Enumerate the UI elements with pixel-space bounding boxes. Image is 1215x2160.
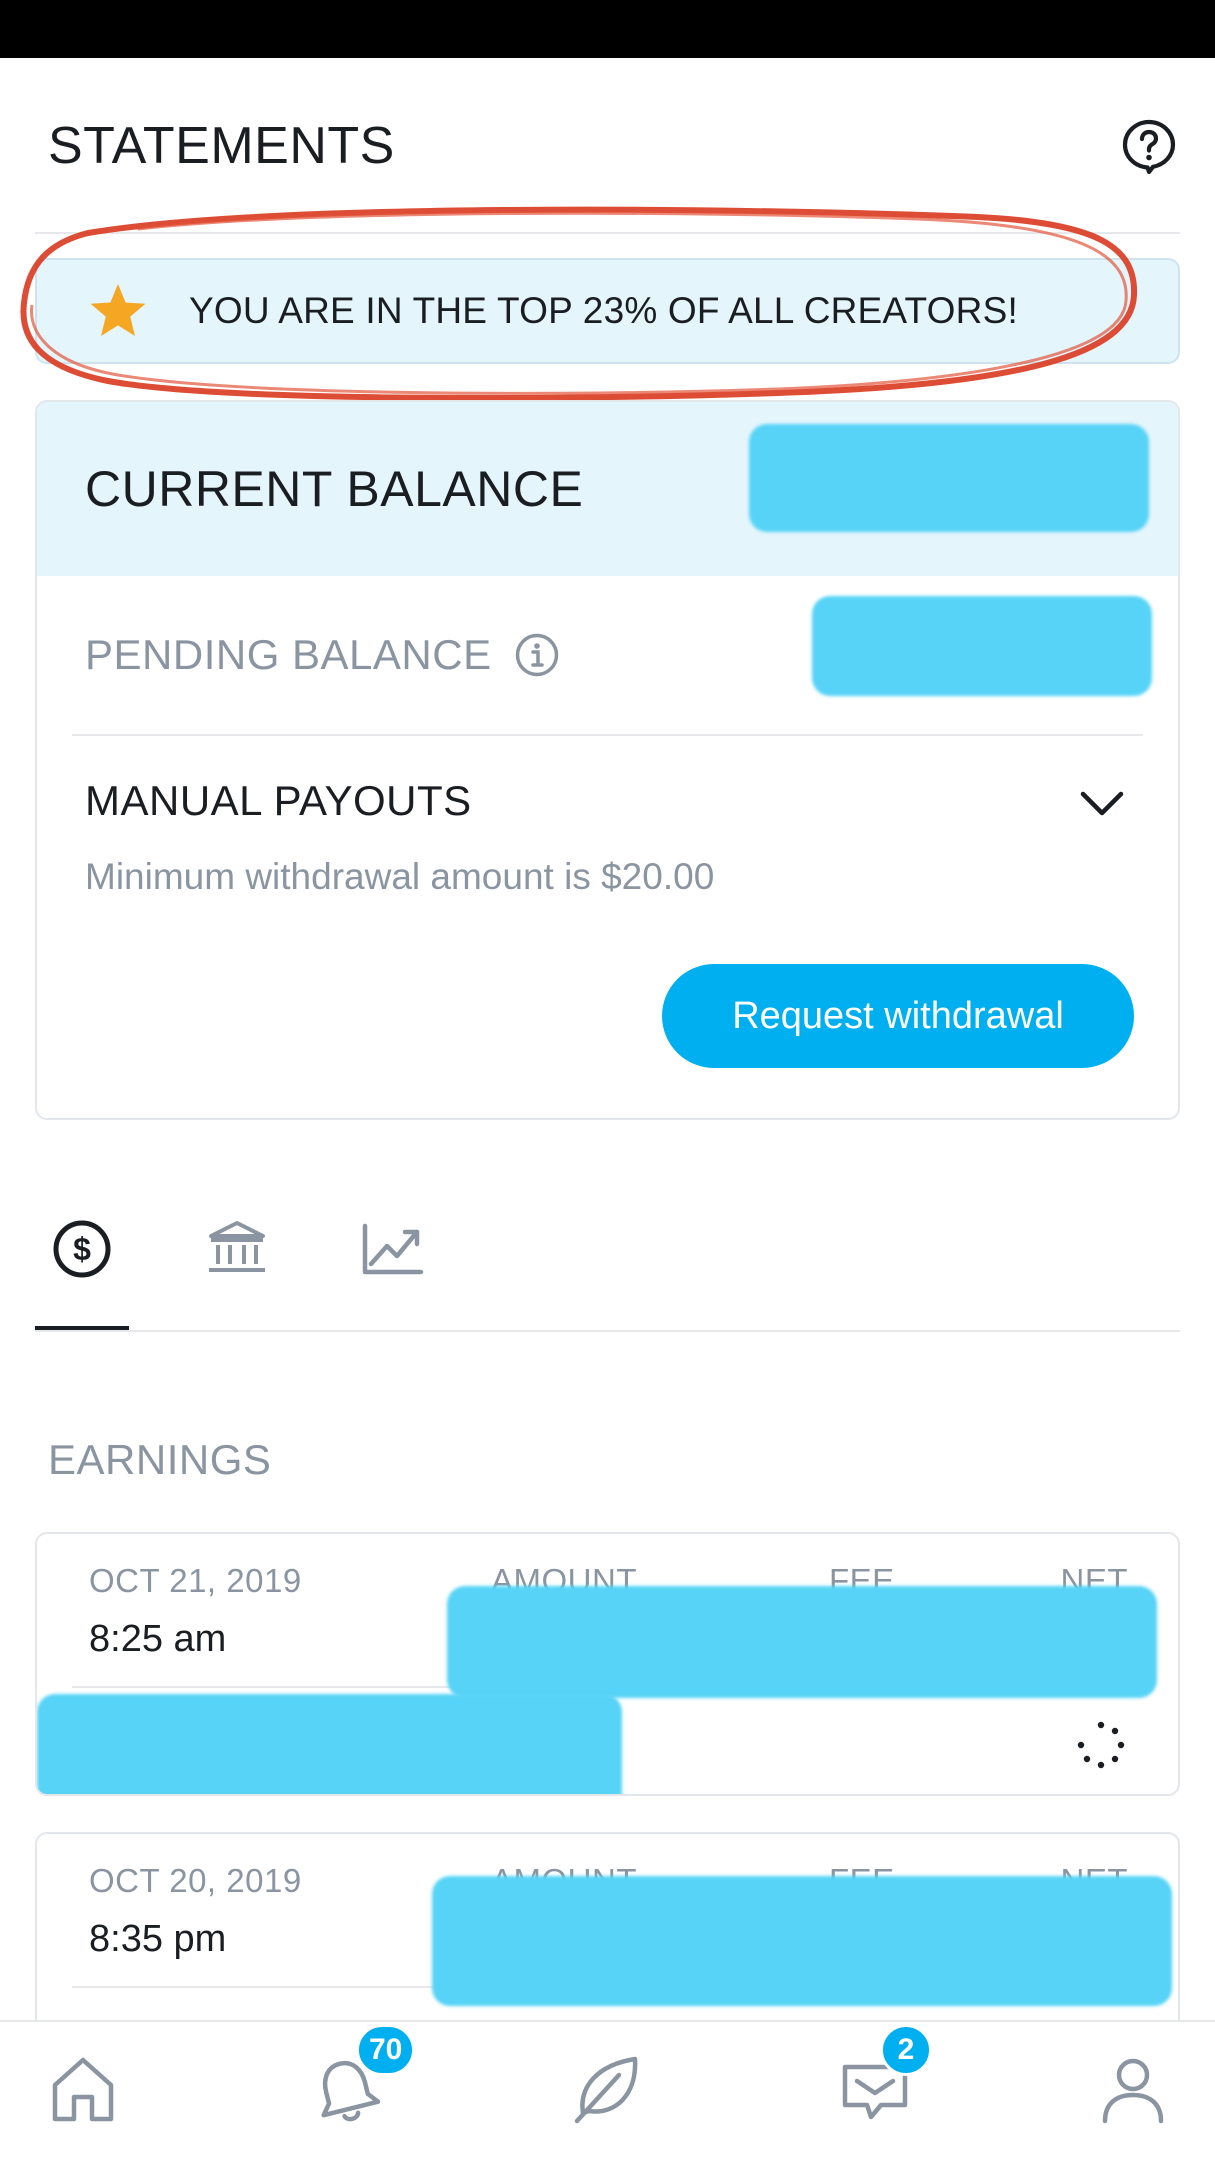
- top-creators-banner: YOU ARE IN THE TOP 23% OF ALL CREATORS!: [35, 258, 1180, 364]
- home-icon: [52, 2057, 114, 2122]
- request-withdrawal-button[interactable]: Request withdrawal: [662, 964, 1134, 1068]
- tab-payouts[interactable]: [190, 1200, 284, 1332]
- page-title: STATEMENTS: [48, 117, 395, 175]
- tab-statistics[interactable]: [345, 1200, 439, 1332]
- earning-time: 8:25 am: [89, 1618, 227, 1660]
- bottom-navigation: 70 2: [0, 2020, 1215, 2160]
- svg-text:$: $: [73, 1231, 91, 1267]
- help-button[interactable]: [1118, 115, 1180, 177]
- current-balance-label: CURRENT BALANCE: [85, 461, 584, 517]
- messages-badge: 2: [880, 2024, 932, 2076]
- manual-payouts-title: MANUAL PAYOUTS: [85, 777, 472, 824]
- redacted-earning-details: [37, 1694, 622, 1794]
- card-divider: [72, 734, 1143, 736]
- earning-date: OCT 21, 2019: [89, 1562, 302, 1599]
- redacted-current-balance: [749, 424, 1149, 532]
- tabs-divider: [35, 1330, 1180, 1332]
- notifications-badge: 70: [356, 2024, 416, 2076]
- banner-text: YOU ARE IN THE TOP 23% OF ALL CREATORS!: [189, 290, 1018, 331]
- nav-home[interactable]: [38, 2044, 128, 2134]
- minimum-withdrawal-text: Minimum withdrawal amount is $20.00: [85, 856, 715, 897]
- chevron-down-icon[interactable]: [1072, 774, 1132, 834]
- statement-tabs: $: [35, 1200, 1180, 1332]
- loading-spinner-icon: [1077, 1721, 1125, 1769]
- header-divider: [35, 232, 1180, 234]
- nav-profile[interactable]: [1088, 2044, 1178, 2134]
- tab-earnings[interactable]: $: [35, 1200, 129, 1332]
- star-icon: [87, 280, 149, 342]
- status-bar: [0, 0, 1215, 58]
- user-icon: [1102, 2058, 1164, 2124]
- info-circle-icon[interactable]: [514, 632, 560, 678]
- question-circle-icon: [1122, 119, 1176, 175]
- pending-balance-label: PENDING BALANCE: [85, 631, 492, 678]
- earning-date: OCT 20, 2019: [89, 1862, 302, 1899]
- balance-card: CURRENT BALANCE PENDING BALANCE MANUAL P…: [35, 400, 1180, 1120]
- leaf-icon: [574, 2056, 638, 2124]
- page-header: STATEMENTS: [48, 112, 1180, 180]
- pending-balance-row: PENDING BALANCE: [37, 576, 1178, 734]
- redacted-earning-values: [432, 1876, 1172, 2006]
- current-balance-row: CURRENT BALANCE: [37, 402, 1178, 576]
- nav-new-post[interactable]: [562, 2044, 652, 2134]
- redacted-earning-values: [447, 1586, 1157, 1698]
- nav-messages[interactable]: 2: [830, 2024, 932, 2134]
- earning-time: 8:35 pm: [89, 1918, 227, 1960]
- bank-icon: [209, 1221, 265, 1272]
- redacted-pending-balance: [812, 596, 1152, 696]
- chart-line-icon: [362, 1223, 424, 1275]
- earnings-title: EARNINGS: [48, 1436, 272, 1483]
- dollar-circle-icon: $: [53, 1220, 111, 1278]
- nav-notifications[interactable]: 70: [303, 2024, 416, 2134]
- earnings-row[interactable]: OCT 21, 2019 8:25 am AMOUNT FEE NET: [35, 1532, 1180, 1796]
